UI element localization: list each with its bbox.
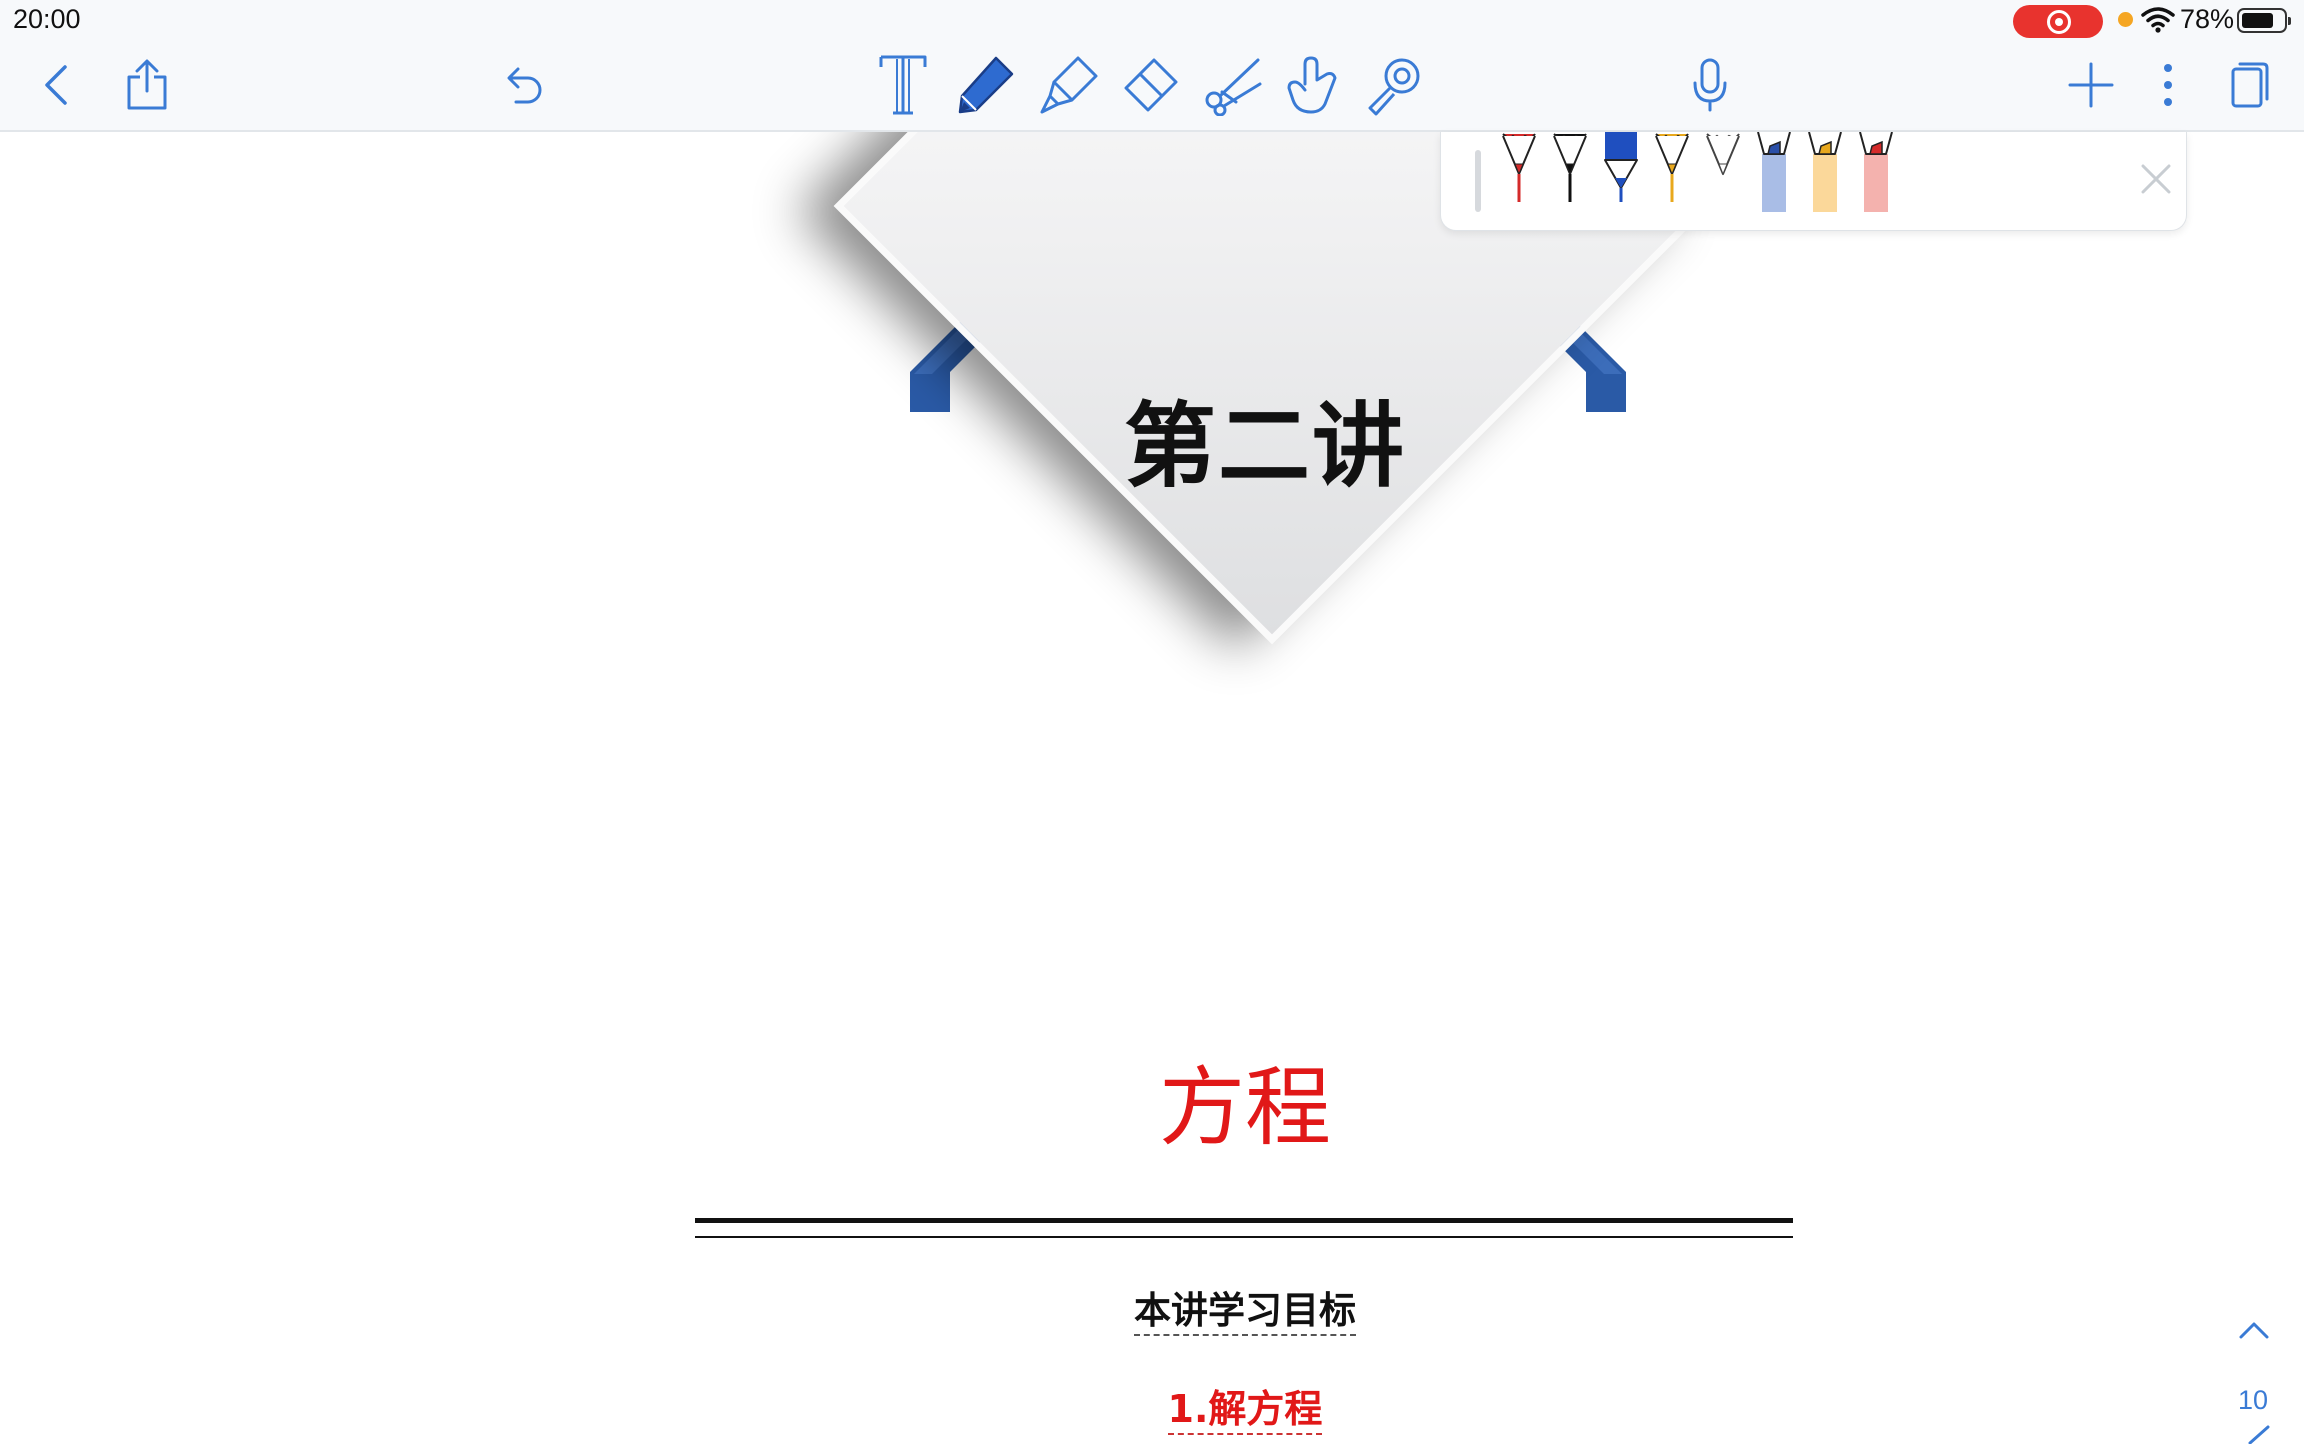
page-number[interactable]: 10 xyxy=(2238,1385,2268,1416)
highlighter-swatch-8[interactable] xyxy=(1848,132,1904,222)
hand-tool-button[interactable] xyxy=(1280,40,1346,130)
highlighter-tool-icon xyxy=(1040,56,1098,114)
undo-icon xyxy=(507,67,542,104)
eraser-tool-icon xyxy=(1124,58,1178,112)
divider-thick xyxy=(695,1218,1793,1223)
eraser-tool-button[interactable] xyxy=(1116,40,1182,130)
highlighter-swatch-6[interactable] xyxy=(1746,132,1802,222)
share-icon xyxy=(127,59,167,110)
back-icon xyxy=(45,65,67,105)
text-tool-button[interactable] xyxy=(875,40,931,130)
pen-swatch-4[interactable] xyxy=(1644,132,1700,222)
wifi-icon xyxy=(2141,7,2175,33)
highlighter-swatch-7[interactable] xyxy=(1797,132,1853,222)
battery-level-fill xyxy=(2242,13,2273,28)
learning-goals-heading-text: 本讲学习目标 xyxy=(1134,1289,1356,1336)
learning-goals-heading: 本讲学习目标 xyxy=(1000,1280,1490,1336)
topic-title: 方程 xyxy=(1159,1058,1331,1158)
pen-tool-button[interactable] xyxy=(952,40,1018,130)
status-time: 20:00 xyxy=(13,4,81,34)
undo-button[interactable] xyxy=(500,40,550,130)
palette-drag-handle[interactable] xyxy=(1475,150,1481,212)
document-page[interactable]: 第二讲 方程 本讲学习目标 1.解方程 xyxy=(0,132,2304,1444)
microphone-icon xyxy=(1693,58,1727,112)
lecture-title: 第二讲 xyxy=(1123,393,1406,500)
pen-swatch-5[interactable] xyxy=(1695,132,1751,222)
screen-recording-indicator[interactable] xyxy=(2013,5,2103,38)
hand-pointer-icon xyxy=(1287,56,1337,114)
laser-pointer-icon xyxy=(1368,58,1420,116)
share-button[interactable] xyxy=(122,40,172,130)
laser-pointer-button[interactable] xyxy=(1360,40,1426,130)
more-button[interactable] xyxy=(2156,40,2180,130)
microphone-button[interactable] xyxy=(1690,40,1730,130)
privacy-dot-icon xyxy=(2118,12,2133,27)
back-button[interactable] xyxy=(34,40,78,130)
pen-palette xyxy=(1440,132,2187,231)
pages-button[interactable] xyxy=(2228,40,2272,130)
battery-icon xyxy=(2237,8,2291,33)
pages-icon xyxy=(2231,62,2269,108)
highlighter-tool-button[interactable] xyxy=(1036,40,1102,130)
pen-tool-icon xyxy=(958,56,1014,114)
text-tool-icon xyxy=(879,55,927,115)
pen-swatch-1[interactable] xyxy=(1491,132,1547,222)
add-icon xyxy=(2068,62,2114,108)
more-icon xyxy=(2164,64,2172,106)
toolbar xyxy=(0,40,2304,132)
add-button[interactable] xyxy=(2066,40,2116,130)
divider-thin xyxy=(695,1236,1793,1238)
lasso-scissors-icon xyxy=(1205,58,1262,116)
scroll-up-icon[interactable] xyxy=(2238,1320,2270,1340)
pen-swatch-3[interactable] xyxy=(1593,132,1649,222)
goal-item: 1.解方程 xyxy=(1000,1378,1490,1435)
pen-swatch-2[interactable] xyxy=(1542,132,1598,222)
battery-percent: 78% xyxy=(2180,4,2235,34)
close-icon[interactable] xyxy=(2131,154,2181,204)
goal-item-text: 1.解方程 xyxy=(1167,1387,1323,1435)
lasso-tool-button[interactable] xyxy=(1200,40,1266,130)
status-bar: 20:00 78% xyxy=(0,0,2304,40)
page-indicator-icon xyxy=(2248,1425,2270,1444)
